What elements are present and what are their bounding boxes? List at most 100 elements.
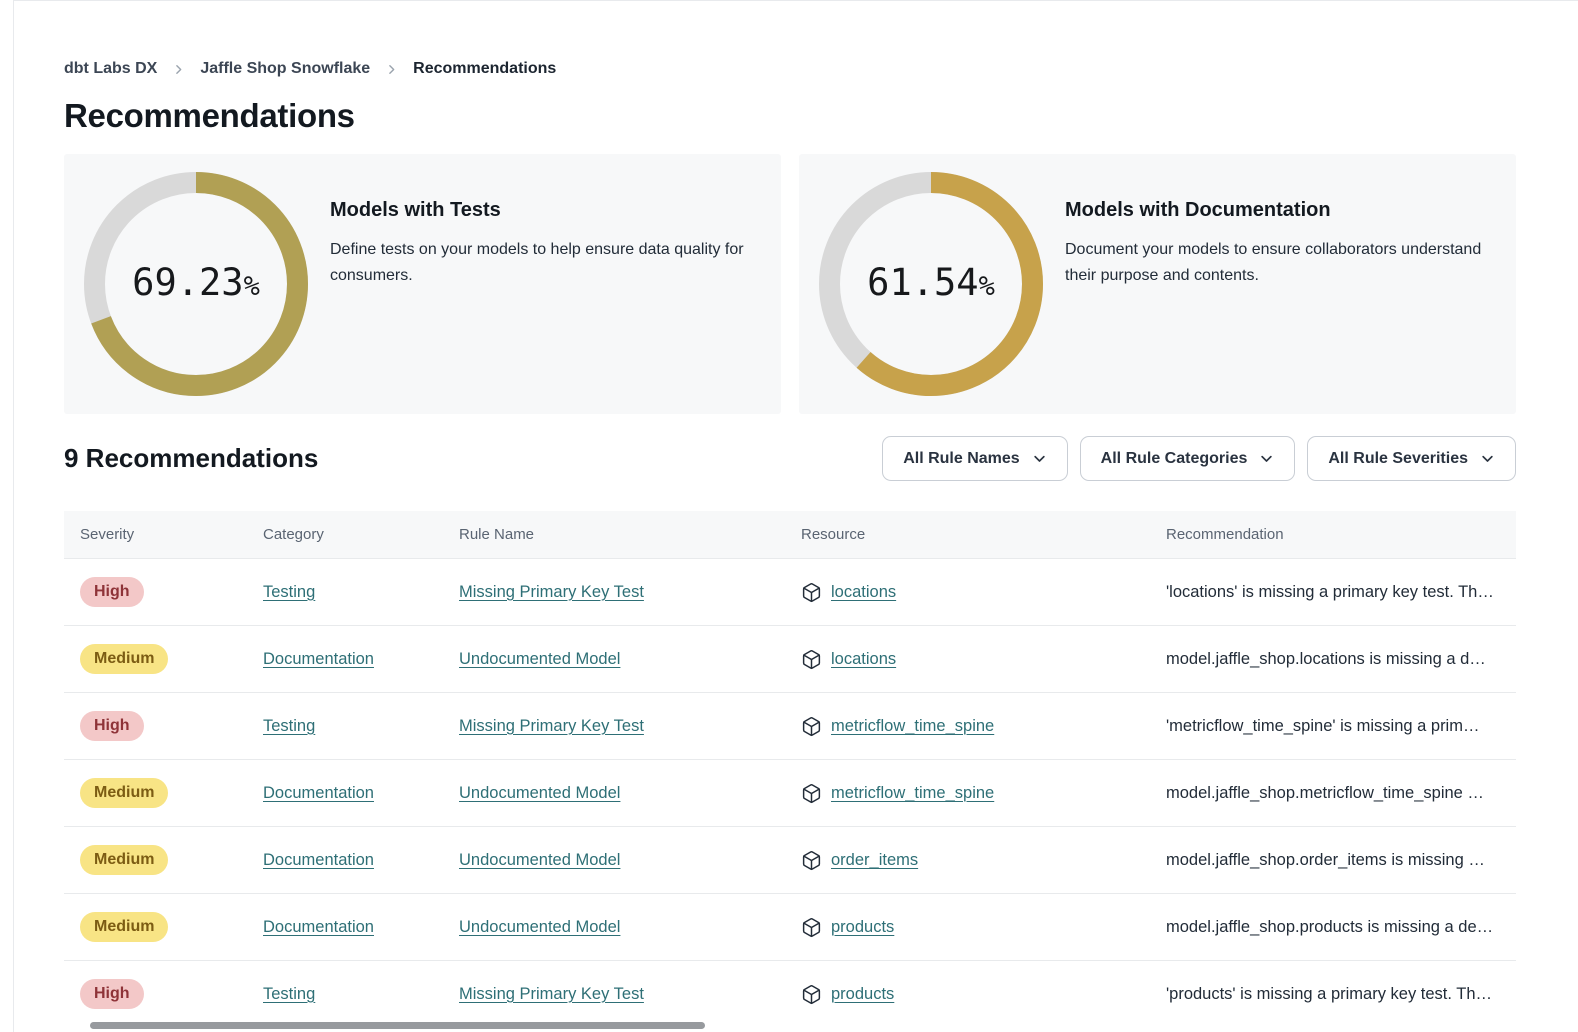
category-cell: Testing (263, 985, 459, 1004)
metric-card-documentation: 61.54% Models with Documentation Documen… (799, 154, 1516, 414)
model-cube-icon (801, 984, 822, 1005)
rule-name-link[interactable]: Undocumented Model (459, 650, 620, 668)
metric-card-text: Models with Tests Define tests on your m… (330, 172, 761, 289)
resource-link[interactable]: locations (831, 650, 896, 669)
resource-cell: order_items (801, 850, 1166, 871)
chevron-right-icon (172, 63, 185, 76)
rule-categories-filter-dropdown[interactable]: All Rule Categories (1080, 436, 1296, 481)
table-row: Medium Documentation Undocumented Model … (64, 893, 1516, 960)
resource-cell: products (801, 984, 1166, 1005)
table-header: SeverityCategoryRule NameResourceRecomme… (64, 511, 1516, 558)
rule-name-cell: Undocumented Model (459, 784, 801, 803)
recommendation-text: 'metricflow_time_spine' is missing a pri… (1166, 717, 1479, 735)
category-link[interactable]: Documentation (263, 650, 374, 668)
category-cell: Documentation (263, 784, 459, 803)
recommendations-count-title: 9 Recommendations (64, 443, 318, 474)
rule-name-link[interactable]: Undocumented Model (459, 784, 620, 802)
metric-cards: 69.23% Models with Tests Define tests on… (64, 154, 1516, 414)
breadcrumb: dbt Labs DX Jaffle Shop Snowflake Recomm… (64, 1, 1516, 78)
resource-cell: locations (801, 582, 1166, 603)
rule-name-cell: Missing Primary Key Test (459, 717, 801, 736)
recommendation-cell: model.jaffle_shop.locations is missing a… (1166, 650, 1516, 669)
chevron-down-icon (1480, 451, 1495, 466)
rule-name-cell: Missing Primary Key Test (459, 985, 801, 1004)
rule-severities-filter-dropdown[interactable]: All Rule Severities (1307, 436, 1516, 481)
category-link[interactable]: Testing (263, 717, 315, 735)
recommendation-text: 'locations' is missing a primary key tes… (1166, 583, 1494, 601)
rule-name-link[interactable]: Missing Primary Key Test (459, 717, 644, 735)
rule-name-cell: Missing Primary Key Test (459, 583, 801, 602)
model-cube-icon (801, 582, 822, 603)
category-link[interactable]: Testing (263, 985, 315, 1003)
main-content: dbt Labs DX Jaffle Shop Snowflake Recomm… (13, 0, 1578, 1032)
severity-cell: Medium (64, 845, 168, 875)
severity-badge: High (80, 711, 144, 741)
donut-chart-tests: 69.23% (84, 172, 308, 396)
category-link[interactable]: Testing (263, 583, 315, 601)
rule-name-cell: Undocumented Model (459, 650, 801, 669)
rule-name-link[interactable]: Missing Primary Key Test (459, 583, 644, 601)
list-header: 9 Recommendations All Rule Names All Rul… (64, 436, 1516, 481)
resource-link[interactable]: products (831, 918, 894, 937)
chevron-right-icon (385, 63, 398, 76)
metric-card-title: Models with Documentation (1065, 199, 1496, 222)
severity-cell: High (64, 577, 144, 607)
rule-name-link[interactable]: Missing Primary Key Test (459, 985, 644, 1003)
model-cube-icon (801, 716, 822, 737)
donut-percent-label: 61.54% (819, 172, 1043, 396)
model-cube-icon (801, 850, 822, 871)
category-link[interactable]: Documentation (263, 784, 374, 802)
metric-card-tests: 69.23% Models with Tests Define tests on… (64, 154, 781, 414)
table-row: High Testing Missing Primary Key Test pr… (64, 960, 1516, 1027)
severity-cell: Medium (64, 644, 168, 674)
category-cell: Documentation (263, 851, 459, 870)
category-cell: Testing (263, 583, 459, 602)
category-cell: Documentation (263, 650, 459, 669)
rule-name-link[interactable]: Undocumented Model (459, 918, 620, 936)
chevron-down-icon (1259, 451, 1274, 466)
severity-cell: Medium (64, 778, 168, 808)
recommendation-cell: 'locations' is missing a primary key tes… (1166, 583, 1516, 602)
severity-badge: High (80, 979, 144, 1009)
model-cube-icon (801, 649, 822, 670)
resource-cell: metricflow_time_spine (801, 716, 1166, 737)
rule-name-link[interactable]: Undocumented Model (459, 851, 620, 869)
resource-link[interactable]: order_items (831, 851, 918, 870)
resource-link[interactable]: metricflow_time_spine (831, 784, 994, 803)
severity-cell: High (64, 711, 144, 741)
rule-names-filter-dropdown[interactable]: All Rule Names (882, 436, 1067, 481)
column-header-resource: Resource (801, 526, 1166, 543)
column-header-recommendation: Recommendation (1166, 526, 1516, 543)
recommendation-cell: 'products' is missing a primary key test… (1166, 985, 1516, 1004)
metric-card-description: Define tests on your models to help ensu… (330, 237, 761, 289)
rule-name-cell: Undocumented Model (459, 918, 801, 937)
recommendation-cell: model.jaffle_shop.metricflow_time_spine … (1166, 784, 1516, 803)
page-title: Recommendations (64, 94, 1516, 138)
resource-link[interactable]: metricflow_time_spine (831, 717, 994, 736)
recommendation-text: model.jaffle_shop.products is missing a … (1166, 918, 1493, 936)
breadcrumb-item-project[interactable]: Jaffle Shop Snowflake (200, 60, 370, 78)
column-header-severity: Severity (64, 526, 263, 543)
category-link[interactable]: Documentation (263, 918, 374, 936)
recommendation-text: 'products' is missing a primary key test… (1166, 985, 1492, 1003)
breadcrumb-item-current: Recommendations (413, 60, 556, 78)
column-header-rule-name: Rule Name (459, 526, 801, 543)
recommendation-text: model.jaffle_shop.order_items is missing… (1166, 851, 1485, 869)
column-header-category: Category (263, 526, 459, 543)
horizontal-scrollbar-thumb[interactable] (90, 1022, 705, 1029)
metric-card-title: Models with Tests (330, 199, 761, 222)
resource-link[interactable]: products (831, 985, 894, 1004)
category-link[interactable]: Documentation (263, 851, 374, 869)
resource-cell: metricflow_time_spine (801, 783, 1166, 804)
chevron-down-icon (1032, 451, 1047, 466)
recommendation-text: model.jaffle_shop.metricflow_time_spine … (1166, 784, 1484, 802)
breadcrumb-item-account[interactable]: dbt Labs DX (64, 60, 157, 78)
recommendation-cell: model.jaffle_shop.order_items is missing… (1166, 851, 1516, 870)
severity-badge: Medium (80, 845, 168, 875)
severity-cell: High (64, 979, 144, 1009)
table-row: Medium Documentation Undocumented Model … (64, 826, 1516, 893)
severity-badge: Medium (80, 778, 168, 808)
recommendations-table: SeverityCategoryRule NameResourceRecomme… (64, 511, 1516, 1027)
resource-link[interactable]: locations (831, 583, 896, 602)
resource-cell: products (801, 917, 1166, 938)
